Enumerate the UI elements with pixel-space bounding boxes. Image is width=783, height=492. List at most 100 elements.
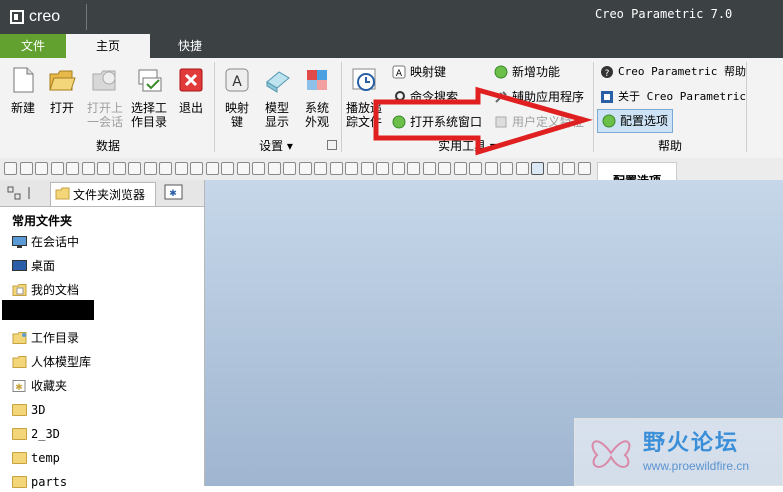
- working-directory-icon: [138, 69, 162, 92]
- graphics-toolbar-tool-icon[interactable]: [4, 162, 17, 175]
- configuration-options-label: 配置选项: [620, 114, 669, 128]
- whats-new-button[interactable]: 新增功能: [494, 62, 560, 82]
- new-file-icon: [13, 67, 34, 93]
- auxiliary-applications-button[interactable]: 辅助应用程序: [494, 87, 584, 107]
- graphics-toolbar-tool-icon[interactable]: [298, 162, 312, 175]
- tab-home[interactable]: 主页: [66, 34, 150, 58]
- model-tree-icon: [7, 186, 30, 200]
- whats-new-icon: [494, 65, 508, 79]
- graphics-toolbar-tool-icon[interactable]: [500, 162, 513, 175]
- svg-text:A: A: [232, 74, 242, 90]
- graphics-toolbar-tool-icon[interactable]: [35, 162, 48, 175]
- list-item-manikin-library[interactable]: 人体模型库: [12, 352, 91, 372]
- model-tree-tab[interactable]: [6, 185, 40, 201]
- mapkey-small-button[interactable]: A 映射键: [392, 62, 446, 82]
- graphics-toolbar-tool-icon[interactable]: [81, 162, 95, 175]
- watermark-title: 野火论坛: [643, 431, 740, 456]
- group-label-settings[interactable]: 设置 ▾: [246, 137, 306, 154]
- exit-button[interactable]: 退出: [174, 66, 208, 115]
- graphics-toolbar-tool-icon[interactable]: [484, 162, 498, 175]
- command-search-button[interactable]: 命令搜索: [392, 87, 458, 107]
- list-item-folder-parts[interactable]: parts: [12, 472, 67, 492]
- list-item-folder-temp[interactable]: temp: [12, 448, 60, 468]
- graphics-toolbar-tool-icon[interactable]: [577, 162, 591, 175]
- graphics-toolbar-tool-icon[interactable]: [515, 162, 529, 175]
- group-label-help: 帮助: [657, 139, 682, 153]
- graphics-toolbar-tool-icon[interactable]: [345, 162, 358, 175]
- graphics-toolbar-tool-icon[interactable]: [190, 162, 203, 175]
- graphics-toolbar-tool-icon[interactable]: [453, 162, 467, 175]
- model-display-button[interactable]: 模型 显示: [260, 66, 294, 129]
- graphics-toolbar-tool-icon[interactable]: [360, 162, 374, 175]
- list-item-label: parts: [31, 475, 68, 489]
- open-last-session-button[interactable]: 打开上 一会话: [86, 66, 124, 129]
- graphics-toolbar-tool-icon[interactable]: [376, 162, 389, 175]
- monitor-icon: [12, 236, 27, 248]
- graphics-toolbar-tool-icon[interactable]: [66, 162, 79, 175]
- graphics-toolbar-tool-icon[interactable]: [283, 162, 296, 175]
- graphics-toolbar-tool-icon[interactable]: [236, 162, 250, 175]
- graphics-toolbar-tool-icon[interactable]: [438, 162, 451, 175]
- list-item-in-session[interactable]: 在会话中: [12, 232, 79, 252]
- system-appearance-button[interactable]: 系统 外观: [300, 66, 334, 129]
- list-item-favorites[interactable]: ✱ 收藏夹: [12, 376, 67, 396]
- graphics-toolbar-tool-icon[interactable]: [329, 162, 343, 175]
- graphics-toolbar-tool-icon[interactable]: [252, 162, 265, 175]
- graphics-toolbar-tool-icon[interactable]: [19, 162, 33, 175]
- graphics-toolbar-tool-icon[interactable]: [159, 162, 172, 175]
- user-defined-feature-button[interactable]: 用户定义特征: [494, 112, 584, 132]
- graphics-toolbar-tool-icon[interactable]: [546, 162, 560, 175]
- group-label-utilities-text: 实用工具: [438, 139, 487, 153]
- group-label-settings-text: 设置: [259, 139, 284, 153]
- dialog-launcher-icon[interactable]: [327, 140, 337, 150]
- graphics-toolbar-tool-icon[interactable]: [391, 162, 405, 175]
- list-item-label: temp: [31, 451, 60, 465]
- list-item-label: 桌面: [31, 259, 56, 273]
- graphics-toolbar-tool-icon[interactable]: [128, 162, 141, 175]
- graphics-toolbar-tool-icon[interactable]: [422, 162, 436, 175]
- graphics-toolbar-tool-icon[interactable]: [174, 162, 188, 175]
- select-working-directory-button[interactable]: 选择工 作目录: [130, 66, 168, 129]
- system-appearance-icon: [307, 70, 327, 90]
- graphics-toolbar-tool-icon[interactable]: [97, 162, 110, 175]
- exit-button-label: 退出: [178, 101, 203, 115]
- configuration-options-button[interactable]: 配置选项: [597, 109, 674, 133]
- system-appearance-label-1: 系统: [304, 101, 329, 115]
- group-label-utilities[interactable]: 实用工具 ▾: [432, 137, 502, 154]
- new-button[interactable]: 新建: [6, 66, 40, 115]
- open-button-label: 打开: [49, 101, 74, 115]
- open-system-window-button[interactable]: 打开系统窗口: [392, 112, 482, 132]
- list-item-folder-2-3d[interactable]: 2_3D: [12, 424, 60, 444]
- graphics-toolbar-tool-icon[interactable]: [267, 162, 281, 175]
- list-item-label: 人体模型库: [31, 355, 92, 369]
- graphics-toolbar-tool-icon[interactable]: [112, 162, 126, 175]
- graphics-toolbar-tool-icon[interactable]: [531, 162, 544, 175]
- graphics-toolbar-tool-icon[interactable]: [221, 162, 234, 175]
- graphics-toolbar-tool-icon[interactable]: [562, 162, 575, 175]
- auxiliary-applications-label: 辅助应用程序: [512, 90, 585, 104]
- graphics-toolbar-tool-icon[interactable]: [469, 162, 482, 175]
- list-item-label: 3D: [31, 403, 46, 417]
- graphics-toolbar-tool-icon[interactable]: [314, 162, 327, 175]
- ribbon-divider: [593, 62, 594, 152]
- graphics-toolbar-tool-icon[interactable]: [205, 162, 219, 175]
- favorites-tab[interactable]: ✱: [164, 184, 200, 202]
- tab-folder-browser[interactable]: 文件夹浏览器: [50, 182, 156, 206]
- open-button[interactable]: 打开: [45, 66, 79, 115]
- about-creo-button[interactable]: 关于 Creo Parametric: [600, 87, 746, 107]
- list-item-working-directory[interactable]: 工作目录: [12, 328, 79, 348]
- tab-quick[interactable]: 快捷: [150, 34, 230, 58]
- graphics-toolbar-tool-icon[interactable]: [407, 162, 420, 175]
- auxiliary-applications-icon: [495, 91, 507, 103]
- butterfly-logo-icon: [591, 440, 631, 468]
- list-item-my-documents[interactable]: 我的文档: [12, 280, 79, 300]
- creo-help-button[interactable]: ? Creo Parametric 帮助: [600, 62, 746, 82]
- mapkeys-button[interactable]: A 映射 键: [220, 66, 254, 129]
- list-item-folder-3d[interactable]: 3D: [12, 400, 45, 420]
- play-trail-file-button[interactable]: 播放追 踪文件: [346, 66, 382, 129]
- graphics-toolbar-tool-icon[interactable]: [50, 162, 64, 175]
- tab-file[interactable]: 文件: [0, 34, 66, 58]
- open-folder-icon: [49, 70, 76, 91]
- list-item-desktop[interactable]: 桌面: [12, 256, 55, 276]
- graphics-toolbar-tool-icon[interactable]: [143, 162, 157, 175]
